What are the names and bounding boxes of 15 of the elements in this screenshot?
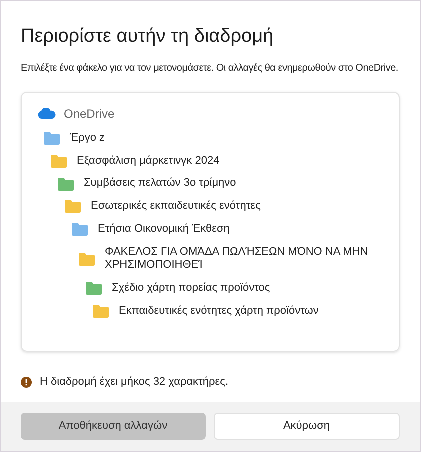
dialog-title: Περιορίστε αυτήν τη διαδρομή (21, 25, 275, 49)
folder-item[interactable]: Σχέδιο χάρτη πορείας προϊόντος (112, 282, 270, 296)
folder-item[interactable]: Συμβάσεις πελατών 3ο τρίμηνο (84, 177, 236, 191)
cloud-icon (38, 108, 56, 120)
folder-item[interactable]: Έργο z (70, 132, 106, 146)
folder-item[interactable]: Εκπαιδευτικές ενότητες χάρτη προϊόντων (119, 304, 319, 318)
folder-item[interactable]: ΦΑΚΕΛΟΣ ΓΙΑ ΟΜΆΔΑ ΠΩΛΉΣΕΩΝ ΜΌΝΟ ΝΑ ΜΗΝ ΧΡΗΣΙΜΟΠΟΙΗΘΕΊ (105, 246, 383, 273)
folder-item[interactable]: Εξασφάλιση μάρκετινγκ 2024 (77, 154, 220, 168)
cancel-button[interactable]: Ακύρωση (214, 413, 400, 440)
folder-item[interactable]: Εσωτερικές εκπαιδευτικές ενότητες (91, 200, 261, 214)
warning-text: Η διαδρομή έχει μήκος 32 χαρακτήρες. (40, 374, 229, 390)
folder-item[interactable]: Ετήσια Οικονομική Έκθεση (98, 222, 230, 236)
warning-icon (21, 376, 32, 388)
instruction-text: Επιλέξτε ένα φάκελο για να τον μετονομάσετε. Οι αλλαγές θα ενημερωθούν στο OneDrive. (21, 62, 400, 76)
tree-root-label[interactable]: OneDrive (64, 104, 115, 123)
